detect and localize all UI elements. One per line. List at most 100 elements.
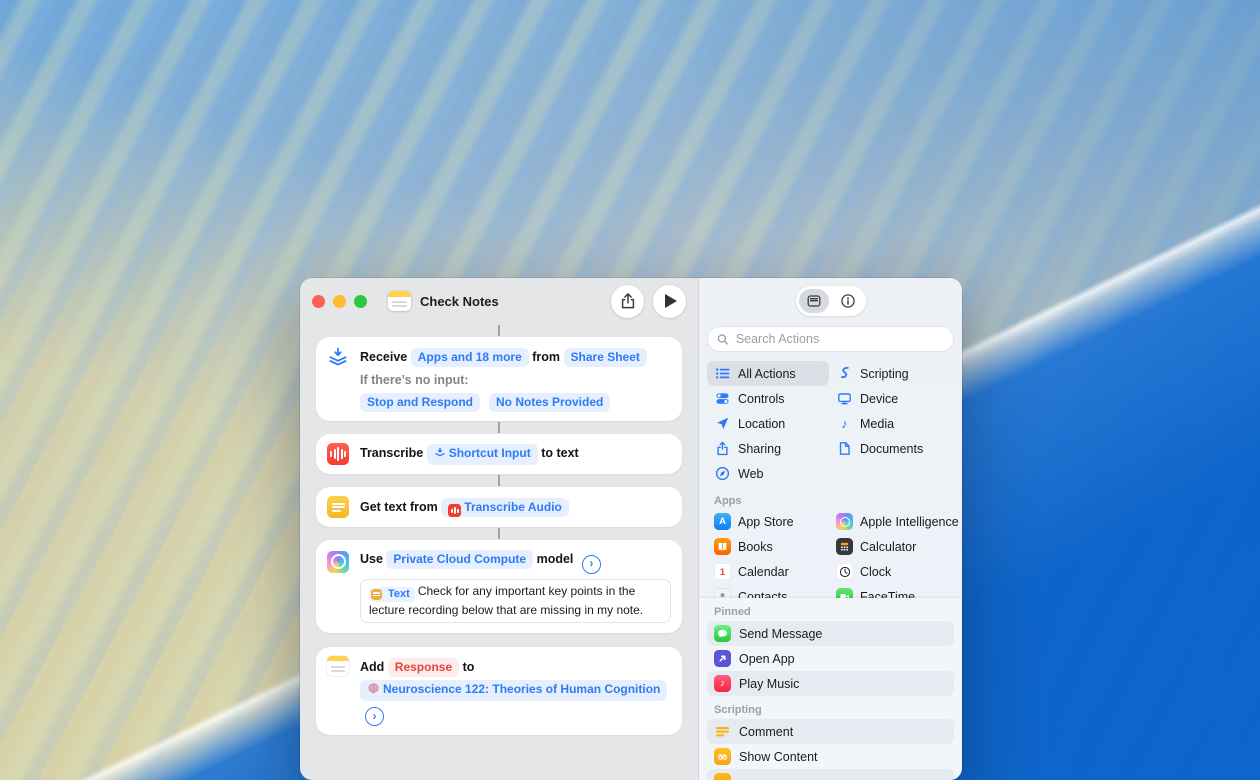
notes-icon bbox=[327, 656, 349, 676]
search-actions-field[interactable] bbox=[707, 326, 954, 352]
partial-action-icon bbox=[714, 773, 731, 780]
location-arrow-icon bbox=[714, 416, 731, 431]
share-button[interactable] bbox=[611, 285, 644, 318]
text-mini-icon bbox=[371, 589, 382, 600]
pinned-send-message[interactable]: Send Message bbox=[707, 621, 954, 646]
category-scripting[interactable]: Scripting bbox=[829, 361, 954, 386]
note-token[interactable]: Neuroscience 122: Theories of Human Cogn… bbox=[360, 680, 667, 701]
category-device[interactable]: Device bbox=[829, 386, 954, 411]
app-apple-intelligence[interactable]: Apple Intelligence bbox=[829, 509, 962, 534]
pinned-play-music[interactable]: ♪ Play Music bbox=[707, 671, 954, 696]
app-store-icon: A bbox=[714, 513, 731, 530]
action-connector: from bbox=[532, 350, 560, 364]
show-content-eye-icon bbox=[714, 748, 731, 765]
category-media[interactable]: ♪ Media bbox=[829, 411, 954, 436]
category-web[interactable]: Web bbox=[707, 461, 829, 486]
action-suffix: model bbox=[537, 552, 574, 566]
action-library-icon bbox=[806, 293, 822, 309]
books-icon bbox=[714, 538, 731, 555]
calculator-icon bbox=[836, 538, 853, 555]
app-calculator[interactable]: Calculator bbox=[829, 534, 962, 559]
action-verb: Receive bbox=[360, 350, 407, 364]
chevron-circle-icon[interactable]: › bbox=[582, 555, 601, 574]
run-shortcut-button[interactable] bbox=[653, 285, 686, 318]
calendar-icon: 1 bbox=[714, 563, 731, 580]
share-sheet-token[interactable]: Share Sheet bbox=[564, 348, 647, 367]
search-input[interactable] bbox=[734, 331, 944, 347]
prompt-text-field[interactable]: TextCheck for any important key points i… bbox=[360, 579, 671, 623]
info-icon bbox=[840, 293, 856, 309]
scripting-curl-icon bbox=[836, 366, 853, 381]
model-token[interactable]: Private Cloud Compute bbox=[386, 550, 533, 569]
action-verb: Use bbox=[360, 552, 383, 566]
shortcuts-window: Check Notes bbox=[300, 278, 962, 780]
scripting-section-header: Scripting bbox=[714, 704, 954, 716]
window-title: Check Notes bbox=[420, 294, 499, 309]
connector-line bbox=[498, 325, 500, 336]
action-connector: to bbox=[463, 660, 475, 674]
apple-intelligence-icon bbox=[836, 513, 853, 530]
apple-intelligence-icon bbox=[327, 551, 349, 573]
list-item-partial[interactable] bbox=[707, 769, 954, 780]
traffic-lights bbox=[312, 295, 367, 308]
action-card-get-text[interactable]: Get text from Transcribe Audio bbox=[316, 487, 682, 527]
text-lines-icon bbox=[327, 496, 349, 518]
no-notes-provided-token[interactable]: No Notes Provided bbox=[489, 393, 610, 412]
category-documents[interactable]: Documents bbox=[829, 436, 954, 461]
list-bullet-icon bbox=[714, 366, 731, 381]
text-variable-token[interactable]: Text bbox=[369, 587, 415, 602]
open-app-arrow-icon bbox=[714, 650, 731, 667]
panel-header bbox=[699, 278, 962, 324]
action-verb: Add bbox=[360, 660, 384, 674]
input-types-token[interactable]: Apps and 18 more bbox=[411, 348, 529, 367]
titlebar: Check Notes bbox=[300, 278, 698, 324]
response-variable-token[interactable]: Response bbox=[388, 658, 459, 677]
clock-icon bbox=[836, 563, 853, 580]
share-sheet-mini-icon bbox=[434, 446, 446, 465]
category-controls[interactable]: Controls bbox=[707, 386, 829, 411]
display-icon bbox=[836, 391, 853, 406]
apps-section-header: Apps bbox=[714, 495, 962, 507]
app-calendar[interactable]: 1 Calendar bbox=[707, 559, 829, 584]
zoom-button[interactable] bbox=[354, 295, 367, 308]
action-prefix: Get text from bbox=[360, 500, 438, 514]
shortcut-input-token[interactable]: Shortcut Input bbox=[427, 444, 538, 465]
scripting-show-content[interactable]: Show Content bbox=[707, 744, 954, 769]
category-grid: All Actions Scripting Controls Device Lo… bbox=[699, 361, 962, 486]
category-all-actions[interactable]: All Actions bbox=[707, 361, 829, 386]
controls-toggle-icon bbox=[714, 391, 731, 406]
app-books[interactable]: Books bbox=[707, 534, 829, 559]
transcribe-mini-icon bbox=[448, 504, 461, 517]
view-toggle bbox=[796, 286, 866, 316]
action-card-use-model[interactable]: Use Private Cloud Compute model › TextCh… bbox=[316, 540, 682, 633]
pinned-section-header: Pinned bbox=[714, 606, 954, 618]
brain-icon bbox=[367, 682, 380, 701]
close-button[interactable] bbox=[312, 295, 325, 308]
action-verb: Transcribe bbox=[360, 446, 423, 460]
app-app-store[interactable]: A App Store bbox=[707, 509, 829, 534]
scripting-comment[interactable]: Comment bbox=[707, 719, 954, 744]
stop-and-respond-token[interactable]: Stop and Respond bbox=[360, 393, 480, 412]
workflow-canvas: Receive Apps and 18 more from Share Shee… bbox=[300, 324, 698, 780]
workflow-editor-pane: Check Notes bbox=[300, 278, 698, 780]
connector-line bbox=[498, 528, 500, 539]
search-icon bbox=[717, 333, 729, 346]
pinned-open-app[interactable]: Open App bbox=[707, 646, 954, 671]
no-input-condition-label: If there’s no input: bbox=[360, 373, 671, 387]
action-card-transcribe[interactable]: Transcribe Shortcut Input to text bbox=[316, 434, 682, 474]
info-toggle[interactable] bbox=[833, 289, 863, 313]
chevron-circle-icon[interactable]: › bbox=[365, 707, 384, 726]
action-card-add-to-note[interactable]: Add Response to Neuroscience 122: Theori… bbox=[316, 647, 682, 736]
category-location[interactable]: Location bbox=[707, 411, 829, 436]
connector-line bbox=[498, 475, 500, 486]
share-sheet-receive-icon bbox=[327, 346, 349, 368]
category-sharing[interactable]: Sharing bbox=[707, 436, 829, 461]
compass-icon bbox=[714, 466, 731, 481]
transcribe-audio-token[interactable]: Transcribe Audio bbox=[441, 498, 569, 518]
app-clock[interactable]: Clock bbox=[829, 559, 962, 584]
apps-grid: A App Store Apple Intelligence Books Cal… bbox=[699, 509, 962, 609]
minimize-button[interactable] bbox=[333, 295, 346, 308]
document-icon bbox=[836, 441, 853, 456]
action-library-toggle[interactable] bbox=[799, 289, 829, 313]
action-card-receive[interactable]: Receive Apps and 18 more from Share Shee… bbox=[316, 337, 682, 421]
